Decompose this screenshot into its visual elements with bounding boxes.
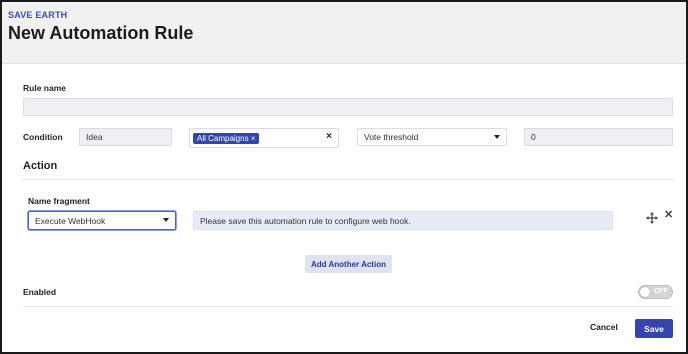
action-section-title: Action — [23, 160, 58, 172]
tag-remove-icon[interactable]: × — [251, 134, 256, 143]
footer-divider — [23, 306, 673, 307]
webhook-config-notice: Please save this automation rule to conf… — [193, 211, 613, 230]
enabled-label: Enabled — [23, 287, 57, 297]
name-fragment-label: Name fragment — [28, 196, 90, 206]
action-type-value: Execute WebHook — [35, 215, 106, 226]
chevron-down-icon — [494, 135, 500, 139]
enabled-toggle[interactable]: OFF — [638, 285, 673, 299]
action-type-select[interactable]: Execute WebHook — [28, 211, 176, 230]
move-icon[interactable] — [646, 212, 658, 224]
page-header: SAVE EARTH New Automation Rule — [2, 2, 686, 64]
action-divider — [23, 179, 673, 180]
save-button[interactable]: Save — [635, 319, 673, 338]
automation-rule-form: SAVE EARTH New Automation Rule Rule name… — [0, 0, 688, 354]
add-another-action-button[interactable]: Add Another Action — [305, 255, 392, 273]
toggle-knob — [640, 287, 650, 297]
rule-name-input[interactable] — [23, 98, 673, 116]
campaign-multiselect[interactable]: All Campaigns × × — [189, 128, 339, 148]
chevron-down-icon — [163, 218, 169, 222]
threshold-value: 0 — [531, 132, 536, 142]
campaign-tag-label: All Campaigns — [197, 133, 249, 143]
campaign-tag[interactable]: All Campaigns × — [193, 132, 260, 144]
toggle-state-text: OFF — [654, 288, 668, 295]
metric-select-value: Vote threshold — [364, 132, 419, 142]
threshold-input[interactable]: 0 — [524, 128, 673, 146]
condition-type-value: Idea — [86, 132, 103, 142]
page-title: New Automation Rule — [8, 23, 194, 43]
remove-action-icon[interactable]: ✕ — [664, 210, 673, 221]
clear-selection-icon[interactable]: × — [326, 131, 332, 142]
webhook-message: Please save this automation rule to conf… — [200, 215, 411, 226]
cancel-button[interactable]: Cancel — [590, 322, 618, 332]
org-name[interactable]: SAVE EARTH — [8, 10, 67, 20]
metric-select[interactable]: Vote threshold — [357, 128, 507, 146]
condition-label: Condition — [23, 132, 63, 142]
condition-type-field[interactable]: Idea — [79, 128, 172, 146]
rule-name-label: Rule name — [23, 83, 66, 93]
